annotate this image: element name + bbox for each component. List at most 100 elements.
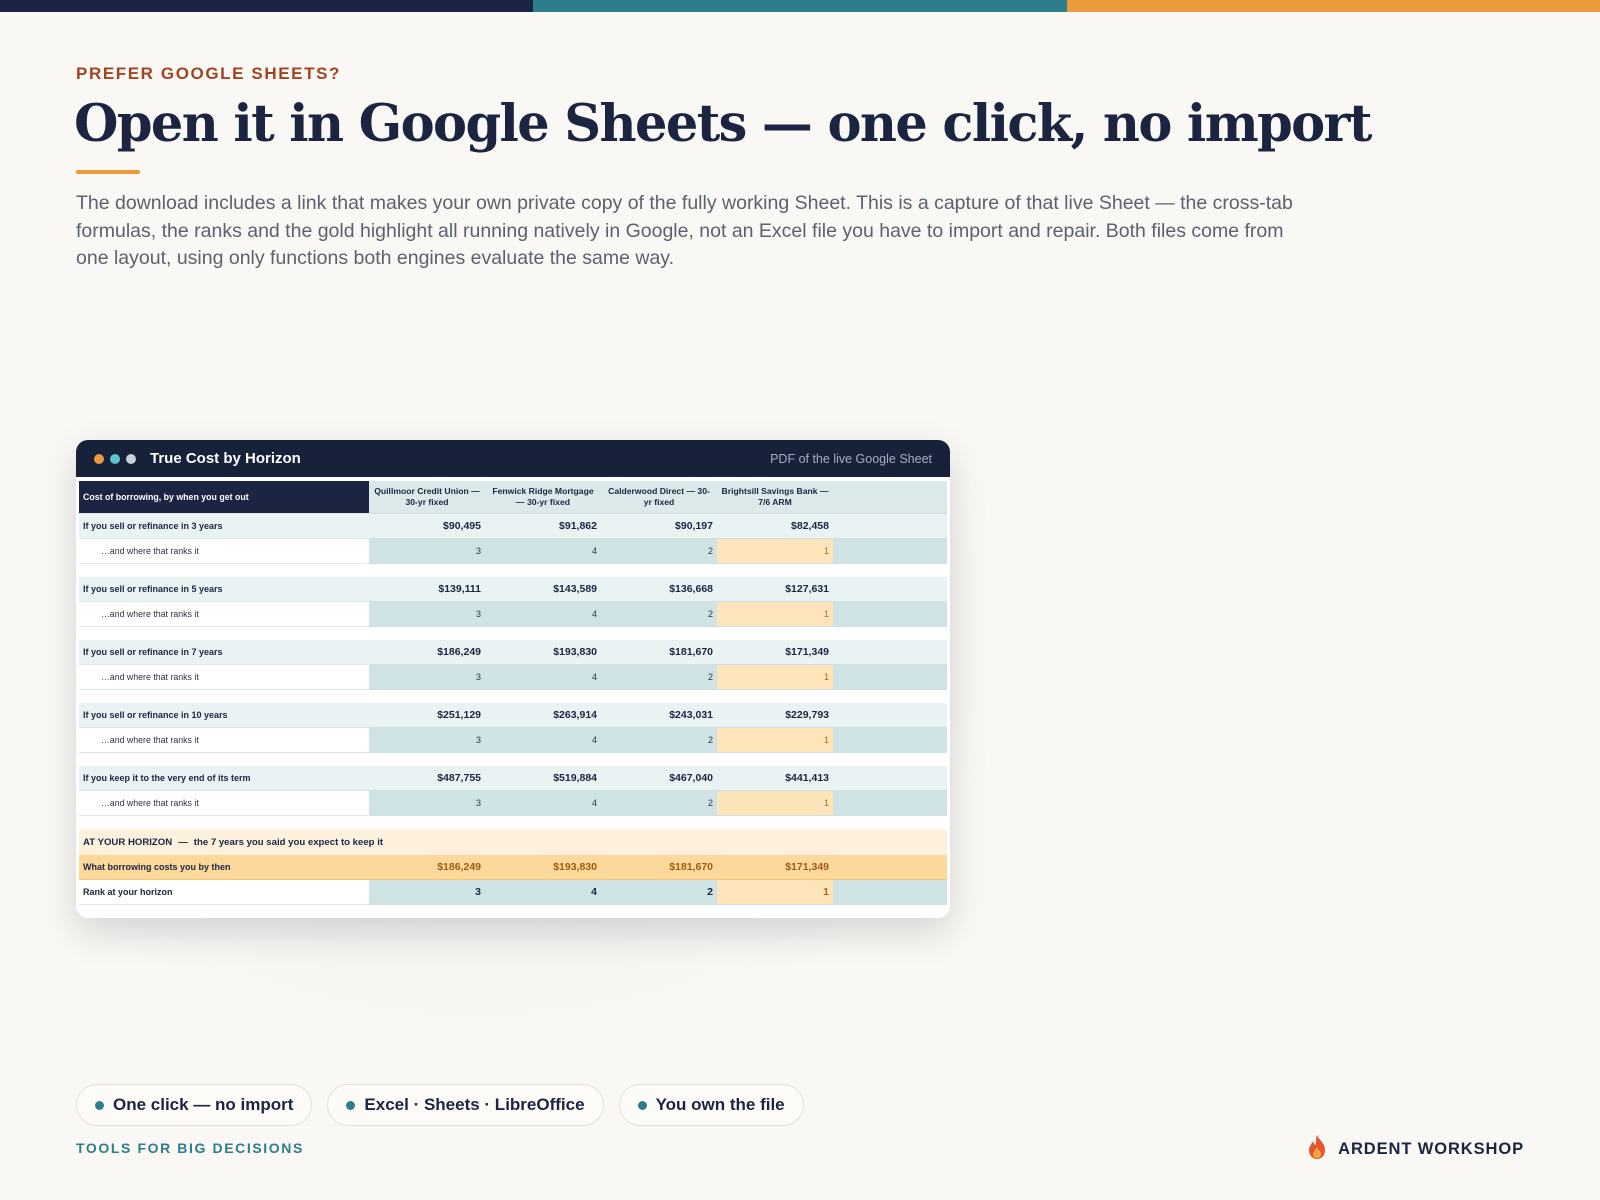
top-bar-navy-segment bbox=[0, 0, 534, 12]
spacer-row bbox=[79, 627, 947, 640]
feature-pills: One click — no import Excel · Sheets · Li… bbox=[76, 1084, 819, 1126]
lender-column-header: Fenwick Ridge Mortgage — 30-yr fixed bbox=[485, 481, 601, 514]
top-bar-orange-segment bbox=[1066, 0, 1600, 12]
cost-cell: $263,914 bbox=[485, 703, 601, 728]
cost-row: If you sell or refinance in 5 years $139,… bbox=[79, 577, 947, 602]
rank-cell: 4 bbox=[485, 728, 601, 753]
tagline: TOOLS FOR BIG DECISIONS bbox=[76, 1140, 304, 1156]
cost-cell: $139,111 bbox=[369, 577, 485, 602]
spacer-row bbox=[79, 753, 947, 766]
sheet-empty-cell bbox=[833, 766, 947, 791]
spacer-row bbox=[79, 816, 947, 829]
horizon-rank-cell: 3 bbox=[369, 880, 485, 905]
rank-cell: 1 bbox=[717, 728, 833, 753]
cost-cell: $229,793 bbox=[717, 703, 833, 728]
title-accent-rule bbox=[76, 170, 140, 174]
feature-pill-label: Excel · Sheets · LibreOffice bbox=[364, 1095, 585, 1114]
spacer-row bbox=[79, 690, 947, 703]
sheet-empty-cell bbox=[833, 703, 947, 728]
feature-pill: You own the file bbox=[618, 1084, 804, 1126]
top-bar-teal-segment bbox=[533, 0, 1067, 12]
rank-row-label: …and where that ranks it bbox=[79, 665, 369, 690]
sheet-empty-cell bbox=[833, 791, 947, 816]
cost-cell: $487,755 bbox=[369, 766, 485, 791]
rank-cell: 4 bbox=[485, 539, 601, 564]
rank-cell: 2 bbox=[601, 539, 717, 564]
lender-column-header: Quillmoor Credit Union — 30-yr fixed bbox=[369, 481, 485, 514]
cost-cell: $90,495 bbox=[369, 514, 485, 539]
cost-cell: $243,031 bbox=[601, 703, 717, 728]
horizon-banner: AT YOUR HORIZON — the 7 years you said you… bbox=[79, 829, 947, 855]
horizon-rank-label: Rank at your horizon bbox=[79, 880, 369, 905]
cost-row: If you keep it to the very end of its te… bbox=[79, 766, 947, 791]
rank-row: …and where that ranks it 3 4 2 1 bbox=[79, 665, 947, 690]
lender-column-header: Brightsill Savings Bank — 7/6 ARM bbox=[717, 481, 833, 514]
horizon-rank-cell: 1 bbox=[717, 880, 833, 905]
rank-cell: 1 bbox=[717, 602, 833, 627]
window-dot-grey bbox=[126, 453, 136, 464]
window-title: True Cost by Horizon bbox=[150, 450, 301, 467]
sheet-empty-cell bbox=[833, 728, 947, 753]
cost-cell: $186,249 bbox=[369, 640, 485, 665]
rank-cell: 3 bbox=[369, 665, 485, 690]
horizon-description: the 7 years you said you expect to keep … bbox=[193, 836, 384, 848]
cost-row: If you sell or refinance in 3 years $90,4… bbox=[79, 514, 947, 539]
rank-row-label: …and where that ranks it bbox=[79, 728, 369, 753]
rank-cell: 2 bbox=[601, 728, 717, 753]
sheet-empty-cell bbox=[833, 481, 947, 514]
horizon-cost-cell: $193,830 bbox=[485, 855, 601, 880]
sheet-empty-cell bbox=[833, 539, 947, 564]
top-color-bar bbox=[0, 0, 1600, 12]
cost-row: If you sell or refinance in 7 years $186,… bbox=[79, 640, 947, 665]
cost-cell: $441,413 bbox=[717, 766, 833, 791]
rank-row-label: …and where that ranks it bbox=[79, 791, 369, 816]
sheet-window: True Cost by Horizon PDF of the live Goo… bbox=[76, 440, 950, 918]
spacer-row bbox=[79, 564, 947, 577]
horizon-heading: AT YOUR HORIZON bbox=[83, 836, 173, 848]
brand-lockup: ARDENT WORKSHOP bbox=[1306, 1134, 1524, 1165]
cost-cell: $91,862 bbox=[485, 514, 601, 539]
window-title-bar: True Cost by Horizon PDF of the live Goo… bbox=[76, 440, 950, 477]
rank-cell: 4 bbox=[485, 665, 601, 690]
rank-row: …and where that ranks it 3 4 2 1 bbox=[79, 791, 947, 816]
lender-column-header: Calderwood Direct — 30-yr fixed bbox=[601, 481, 717, 514]
eyebrow-label: PREFER GOOGLE SHEETS? bbox=[76, 64, 342, 83]
window-dot-teal bbox=[110, 453, 120, 464]
sheet-empty-cell bbox=[833, 514, 947, 539]
rank-cell: 2 bbox=[601, 791, 717, 816]
rank-row: …and where that ranks it 3 4 2 1 bbox=[79, 539, 947, 564]
sheet-empty-cell bbox=[833, 665, 947, 690]
rank-row-label: …and where that ranks it bbox=[79, 602, 369, 627]
bullet-dot-icon bbox=[95, 1100, 104, 1110]
cost-cell: $127,631 bbox=[717, 577, 833, 602]
intro-paragraph: The download includes a link that makes … bbox=[76, 192, 1293, 269]
cost-cell: $82,458 bbox=[717, 514, 833, 539]
window-dot-orange bbox=[94, 453, 104, 464]
cost-cell: $519,884 bbox=[485, 766, 601, 791]
horizon-cost-row: What borrowing costs you by then $186,249… bbox=[79, 855, 947, 880]
horizon-cost-cell: $181,670 bbox=[601, 855, 717, 880]
cost-cell: $251,129 bbox=[369, 703, 485, 728]
cost-cell: $193,830 bbox=[485, 640, 601, 665]
horizon-rank-row: Rank at your horizon 3 4 2 1 bbox=[79, 880, 947, 905]
cost-row: If you sell or refinance in 10 years $251… bbox=[79, 703, 947, 728]
flame-icon bbox=[1306, 1134, 1328, 1165]
rank-cell: 3 bbox=[369, 539, 485, 564]
cost-cell: $90,197 bbox=[601, 514, 717, 539]
rank-cell: 1 bbox=[717, 665, 833, 690]
rank-row: …and where that ranks it 3 4 2 1 bbox=[79, 728, 947, 753]
cost-cell: $467,040 bbox=[601, 766, 717, 791]
brand-name: ARDENT WORKSHOP bbox=[1338, 1140, 1524, 1158]
window-note: PDF of the live Google Sheet bbox=[770, 451, 932, 466]
bullet-dot-icon bbox=[346, 1100, 356, 1110]
rank-cell: 4 bbox=[485, 602, 601, 627]
horizon-rank-cell: 4 bbox=[485, 880, 601, 905]
bullet-dot-icon bbox=[637, 1100, 647, 1110]
rank-cell: 2 bbox=[601, 665, 717, 690]
feature-pill-label: One click — no import bbox=[113, 1095, 294, 1114]
horizon-rank-cell: 2 bbox=[601, 880, 717, 905]
sheet-corner-label: Cost of borrowing, by when you get out bbox=[79, 481, 369, 514]
page-title: Open it in Google Sheets — one click, no… bbox=[74, 94, 1372, 154]
cost-row-label: If you sell or refinance in 7 years bbox=[79, 640, 369, 665]
horizon-banner-row: AT YOUR HORIZON — the 7 years you said you… bbox=[79, 829, 947, 855]
